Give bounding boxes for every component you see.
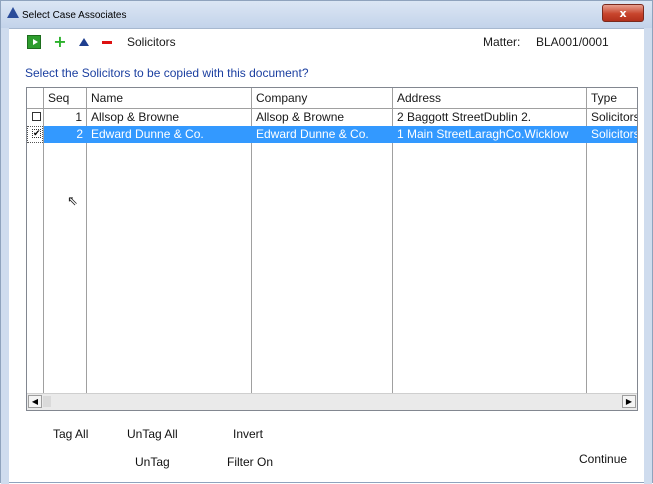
row-checkbox-cell[interactable] — [27, 109, 43, 126]
invert-button[interactable]: Invert — [233, 427, 263, 441]
untag-all-button[interactable]: UnTag All — [127, 427, 178, 441]
header-address[interactable]: Address — [393, 88, 587, 108]
header-type[interactable]: Type — [587, 88, 637, 108]
table-row[interactable]: 2 Edward Dunne & Co. Edward Dunne & Co. … — [27, 126, 637, 143]
dialog-window: Select Case Associates x + Solicitors Ma… — [0, 0, 653, 484]
filter-on-button[interactable]: Filter On — [227, 455, 273, 469]
window-title: Select Case Associates — [22, 10, 127, 21]
row-checkbox-cell[interactable] — [27, 126, 43, 143]
matter-value: BLA001/0001 — [536, 35, 609, 49]
header-name[interactable]: Name — [87, 88, 252, 108]
column-divider — [43, 108, 44, 393]
continue-button[interactable]: Continue — [579, 452, 627, 466]
toolbar-label: Solicitors — [127, 35, 176, 49]
header-seq[interactable]: Seq — [44, 88, 87, 108]
header-company[interactable]: Company — [252, 88, 393, 108]
solicitors-grid[interactable]: Seq Name Company Address Type 1 Allsop &… — [26, 87, 638, 411]
column-divider — [392, 108, 393, 393]
row-checkbox[interactable] — [32, 112, 41, 121]
cell-company: Allsop & Browne — [256, 110, 345, 124]
column-divider — [586, 108, 587, 393]
mouse-cursor-icon: ⇖ — [67, 194, 78, 209]
remove-icon[interactable] — [102, 41, 112, 44]
window-right-border — [644, 28, 652, 484]
move-up-icon[interactable] — [79, 38, 89, 46]
matter-label: Matter: — [483, 35, 521, 49]
row-checkbox[interactable] — [32, 127, 41, 139]
window-left-border — [1, 28, 9, 484]
cell-type: Solicitors — [587, 126, 637, 143]
cell-seq: 2 — [44, 126, 87, 143]
cell-seq: 1 — [75, 110, 82, 124]
header-check-column — [27, 88, 44, 108]
scroll-right-icon[interactable]: ▶ — [622, 395, 636, 408]
cell-name: Edward Dunne & Co. — [87, 126, 252, 143]
column-divider — [86, 108, 87, 393]
cell-type: Solicitors — [591, 110, 638, 124]
app-icon — [7, 7, 19, 18]
horizontal-scrollbar[interactable]: ◀ ▶ — [27, 393, 637, 410]
add-icon[interactable]: + — [53, 34, 67, 50]
cell-name: Allsop & Browne — [91, 110, 180, 124]
column-divider — [251, 108, 252, 393]
title-bar: Select Case Associates x — [1, 1, 652, 29]
tag-all-button[interactable]: Tag All — [53, 427, 88, 441]
cell-company: Edward Dunne & Co. — [252, 126, 393, 143]
table-row[interactable]: 1 Allsop & Browne Allsop & Browne 2 Bagg… — [27, 109, 638, 126]
cell-address: 2 Baggott StreetDublin 2. — [397, 110, 532, 124]
instruction-text: Select the Solicitors to be copied with … — [25, 66, 309, 80]
close-button[interactable]: x — [602, 4, 644, 22]
cell-address: 1 Main StreetLaraghCo.Wicklow — [393, 126, 587, 143]
untag-button[interactable]: UnTag — [135, 455, 170, 469]
grid-header: Seq Name Company Address Type — [27, 88, 637, 109]
export-icon[interactable] — [27, 35, 41, 49]
scroll-left-icon[interactable]: ◀ — [28, 395, 42, 408]
scroll-thumb[interactable] — [43, 396, 51, 407]
